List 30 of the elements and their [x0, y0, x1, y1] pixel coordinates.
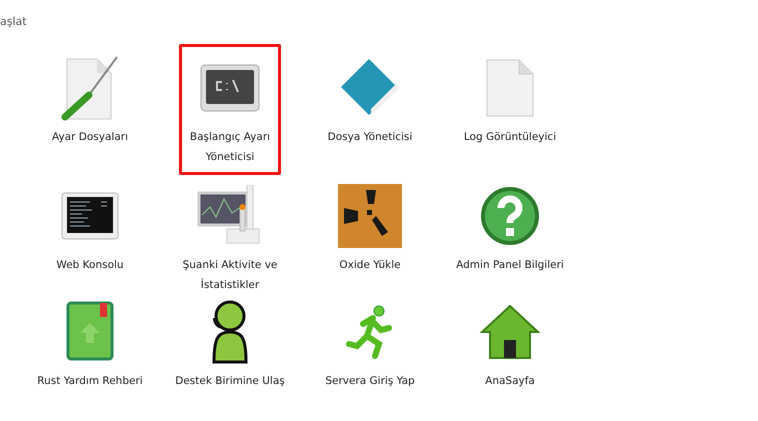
- menu-tile[interactable]: Oxide Yükle: [300, 172, 440, 283]
- tile-label: Destek Birimine Ulaş: [175, 374, 285, 389]
- menu-tile[interactable]: Rust Yardım Rehberi: [20, 288, 160, 399]
- menu-tile[interactable]: Admin Panel Bilgileri: [440, 172, 580, 283]
- tile-label: Web Konsolu: [56, 258, 124, 273]
- tile-label: AnaSayfa: [485, 374, 535, 389]
- tile-label: Servera Giriş Yap: [325, 374, 415, 389]
- help-icon: [480, 186, 540, 246]
- tile-label: Admin Panel Bilgileri: [456, 258, 564, 273]
- tile-label: Log Görüntüleyici: [464, 130, 556, 145]
- console-icon: [61, 192, 119, 240]
- menu-tile[interactable]: AnaSayfa: [440, 288, 580, 399]
- menu-tile[interactable]: Ayar Dosyaları: [20, 44, 160, 155]
- menu-tile[interactable]: Log Görüntüleyici: [440, 44, 580, 155]
- menu-tile[interactable]: Servera Giriş Yap: [300, 288, 440, 399]
- document-icon: [485, 58, 535, 118]
- tile-label: Dosya Yöneticisi: [328, 130, 412, 145]
- terminal-icon: [200, 64, 260, 112]
- home-icon: [480, 304, 540, 360]
- running-man-icon: [345, 304, 395, 360]
- menu-tile[interactable]: Web Konsolu: [20, 172, 160, 283]
- book-icon: [64, 301, 116, 363]
- tile-label: Oxide Yükle: [339, 258, 401, 273]
- menu-tile[interactable]: Dosya Yöneticisi: [300, 44, 440, 155]
- start-link[interactable]: aşlat: [0, 15, 27, 28]
- tile-label: Başlangıç Ayarı Yöneticisi: [188, 130, 272, 165]
- menu-tile[interactable]: Başlangıç Ayarı Yöneticisi: [179, 44, 281, 175]
- tile-label: Ayar Dosyaları: [52, 130, 128, 145]
- tile-label: Rust Yardım Rehberi: [37, 374, 143, 389]
- rust-logo-icon: [338, 184, 402, 248]
